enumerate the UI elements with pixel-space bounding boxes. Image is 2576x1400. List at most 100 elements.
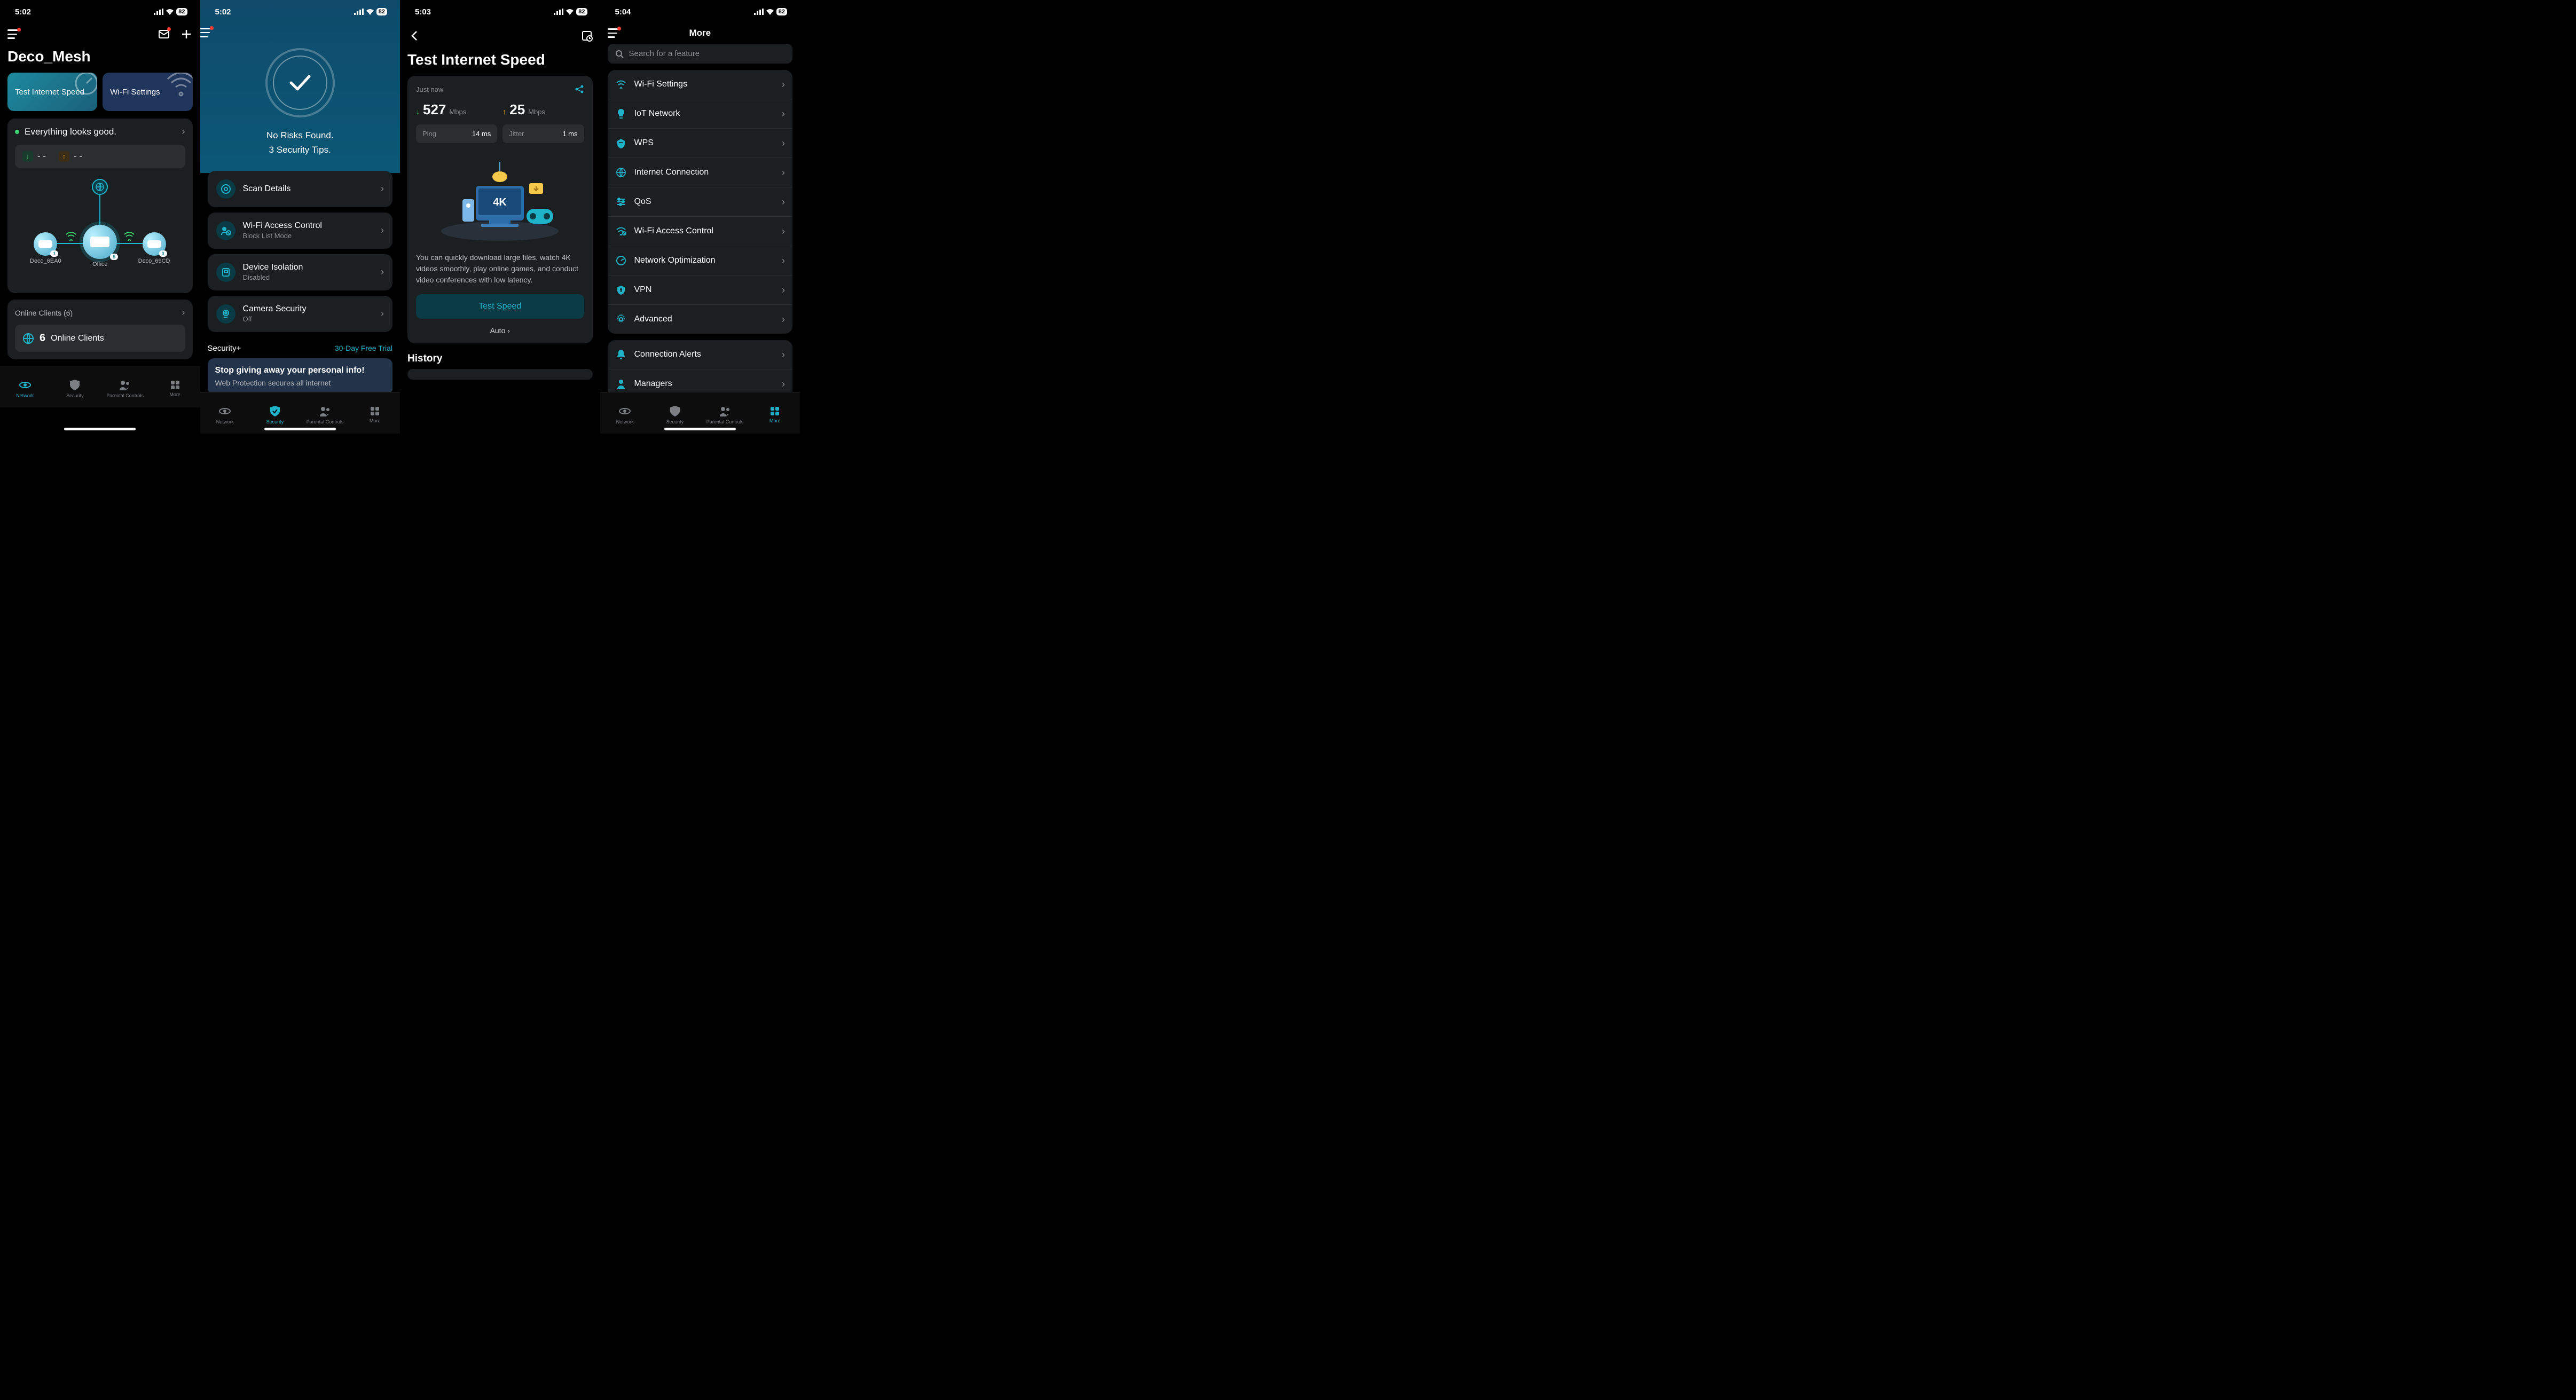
mesh-node-center[interactable]: 5 Office [83, 225, 117, 268]
battery-icon: 82 [776, 8, 787, 15]
more-item-optimization[interactable]: Network Optimization › [608, 246, 793, 275]
online-clients-card[interactable]: Online Clients (6) › 6 Online Clients [7, 300, 193, 359]
network-status-card[interactable]: Everything looks good. › ↓ - - ↑ - - 1 [7, 119, 193, 293]
checkmark-icon [287, 72, 313, 93]
more-item-internet[interactable]: Internet Connection › [608, 158, 793, 187]
promo-card[interactable]: Stop giving away your personal info! Web… [208, 358, 393, 392]
node-client-count: 5 [110, 254, 118, 260]
section-title: Security+ [208, 344, 241, 353]
menu-button[interactable] [7, 29, 19, 39]
user-icon [615, 378, 627, 390]
tab-label: Security [266, 419, 284, 424]
search-input[interactable]: Search for a feature [608, 44, 793, 64]
item-subtitle: Block List Mode [243, 232, 374, 240]
home-indicator[interactable] [664, 428, 736, 430]
more-item-qos[interactable]: QoS › [608, 187, 793, 216]
security-status-line2: 3 Security Tips. [200, 143, 400, 157]
tab-more[interactable]: More [350, 392, 400, 434]
upload-arrow-icon: ↑ [59, 151, 69, 162]
status-bar: 5:02 82 [0, 0, 200, 23]
tab-more[interactable]: More [150, 366, 200, 407]
device-isolation-item[interactable]: Device Isolation Disabled › [208, 254, 393, 290]
jitter-label: Jitter [509, 130, 524, 138]
back-button[interactable] [407, 28, 421, 44]
internet-node[interactable] [92, 179, 108, 195]
bulb-icon [615, 108, 627, 120]
online-count: 6 [40, 332, 45, 344]
jitter-value: 1 ms [562, 130, 577, 138]
chevron-right-icon: › [182, 126, 185, 137]
scan-details-item[interactable]: Scan Details › [208, 171, 393, 207]
share-icon [575, 84, 584, 94]
wifi-icon [615, 78, 627, 90]
more-item-wifi-settings[interactable]: Wi-Fi Settings › [608, 70, 793, 99]
chevron-right-icon: › [782, 285, 785, 296]
cellular-icon [154, 9, 163, 15]
users-icon [119, 379, 131, 391]
promo-text: Web Protection secures all internet [215, 379, 386, 387]
upload-unit: Mbps [528, 108, 545, 116]
plus-icon [180, 28, 193, 41]
item-title: Device Isolation [243, 263, 374, 272]
more-item-access-control[interactable]: Wi-Fi Access Control › [608, 216, 793, 246]
tab-label: Network [216, 419, 234, 424]
tab-network[interactable]: Network [0, 366, 50, 407]
tab-parental[interactable]: Parental Controls [100, 366, 150, 407]
jitter-box: Jitter 1 ms [502, 124, 584, 143]
item-label: IoT Network [634, 109, 775, 119]
history-list[interactable] [407, 369, 593, 380]
download-value: - - [37, 151, 46, 162]
vpn-icon [615, 284, 627, 296]
users-icon [319, 405, 332, 418]
share-button[interactable] [575, 84, 584, 94]
more-item-wps[interactable]: WPS › [608, 128, 793, 158]
wifi-icon [366, 9, 374, 15]
item-label: Wi-Fi Access Control [634, 226, 775, 236]
tab-label: Parental Controls [706, 419, 744, 424]
trial-link[interactable]: 30-Day Free Trial [335, 344, 392, 352]
tab-security[interactable]: Security [50, 366, 100, 407]
speed-summary[interactable]: ↓ - - ↑ - - [15, 145, 185, 168]
test-speed-button[interactable]: Test Speed [416, 294, 584, 319]
status-indicators: 82 [154, 8, 187, 15]
tab-label: Parental Controls [307, 419, 344, 424]
shield-icon [69, 379, 81, 391]
access-control-icon [615, 225, 627, 237]
users-icon [719, 405, 732, 418]
tab-label: Security [666, 419, 684, 424]
chevron-right-icon: › [782, 108, 785, 120]
more-item-vpn[interactable]: VPN › [608, 275, 793, 304]
add-button[interactable] [180, 28, 193, 41]
tab-network[interactable]: Network [600, 392, 650, 434]
mesh-node-right[interactable]: 0 Deco_69CD [138, 232, 170, 264]
notification-dot [17, 28, 21, 32]
auto-selector[interactable]: Auto › [416, 326, 584, 335]
speed-illustration: 4K [416, 154, 584, 245]
wifi-access-control-item[interactable]: Wi-Fi Access Control Block List Mode › [208, 213, 393, 249]
wps-icon [615, 137, 627, 149]
wifi-settings-card[interactable]: Wi-Fi Settings [103, 73, 192, 111]
home-indicator[interactable] [264, 428, 336, 430]
chevron-right-icon: › [381, 266, 384, 278]
mesh-node-left[interactable]: 1 Deco_6EA0 [30, 232, 61, 264]
action-label: Wi-Fi Settings [110, 88, 160, 97]
more-item-alerts[interactable]: Connection Alerts › [608, 340, 793, 369]
more-item-iot[interactable]: IoT Network › [608, 99, 793, 128]
node-label: Office [92, 261, 108, 268]
page-title: Test Internet Speed [400, 49, 600, 76]
test-speed-card[interactable]: Test Internet Speed [7, 73, 97, 111]
home-indicator[interactable] [64, 428, 136, 430]
download-arrow-icon: ↓ [416, 107, 420, 116]
camera-security-item[interactable]: Camera Security Off › [208, 296, 393, 332]
more-item-advanced[interactable]: Advanced › [608, 304, 793, 334]
menu-button[interactable] [608, 28, 619, 38]
cellular-icon [754, 9, 764, 15]
status-bar: 5:03 82 [400, 0, 600, 23]
mail-button[interactable] [158, 28, 170, 41]
tab-more[interactable]: More [750, 392, 800, 434]
tab-network[interactable]: Network [200, 392, 250, 434]
security-status-ring [265, 48, 335, 117]
schedule-button[interactable] [581, 30, 593, 42]
menu-button[interactable] [200, 28, 212, 37]
chevron-right-icon: › [782, 167, 785, 178]
